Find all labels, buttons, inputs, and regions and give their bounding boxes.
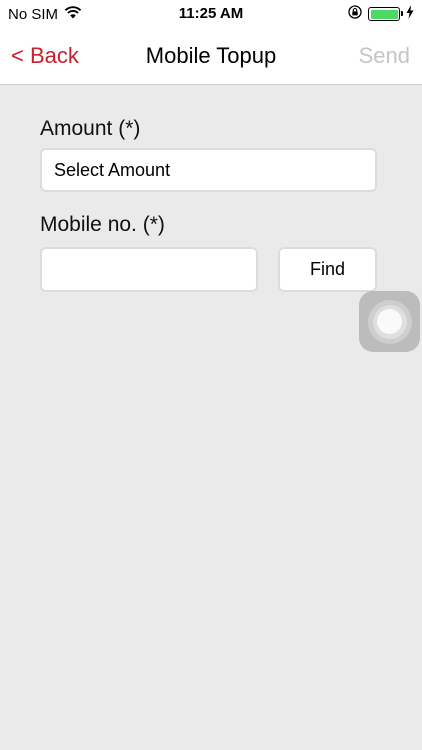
- send-button[interactable]: Send: [359, 43, 410, 69]
- mobile-number-input[interactable]: [40, 247, 258, 292]
- status-right: [348, 5, 414, 23]
- navigation-bar: < Back Mobile Topup Send: [0, 30, 422, 85]
- status-bar: No SIM 11:25 AM: [0, 0, 422, 30]
- find-button[interactable]: Find: [278, 247, 377, 292]
- assistive-touch-core: [377, 309, 402, 334]
- back-button[interactable]: < Back: [11, 43, 79, 69]
- charging-bolt-icon: [406, 5, 414, 23]
- battery-tip: [400, 11, 403, 16]
- battery-level: [370, 9, 398, 19]
- amount-select-value: Select Amount: [54, 159, 171, 180]
- orientation-lock-icon: [348, 5, 362, 23]
- assistive-touch-button[interactable]: [359, 291, 420, 352]
- mobile-number-label: Mobile no. (*): [40, 213, 165, 236]
- amount-select[interactable]: Select Amount: [40, 148, 377, 192]
- battery-icon: [368, 7, 403, 21]
- app-screen: No SIM 11:25 AM < Back Mobile Topup Send…: [0, 0, 422, 750]
- amount-label: Amount (*): [40, 117, 141, 140]
- assistive-touch-icon: [367, 299, 412, 344]
- assistive-touch-ring: [372, 304, 407, 339]
